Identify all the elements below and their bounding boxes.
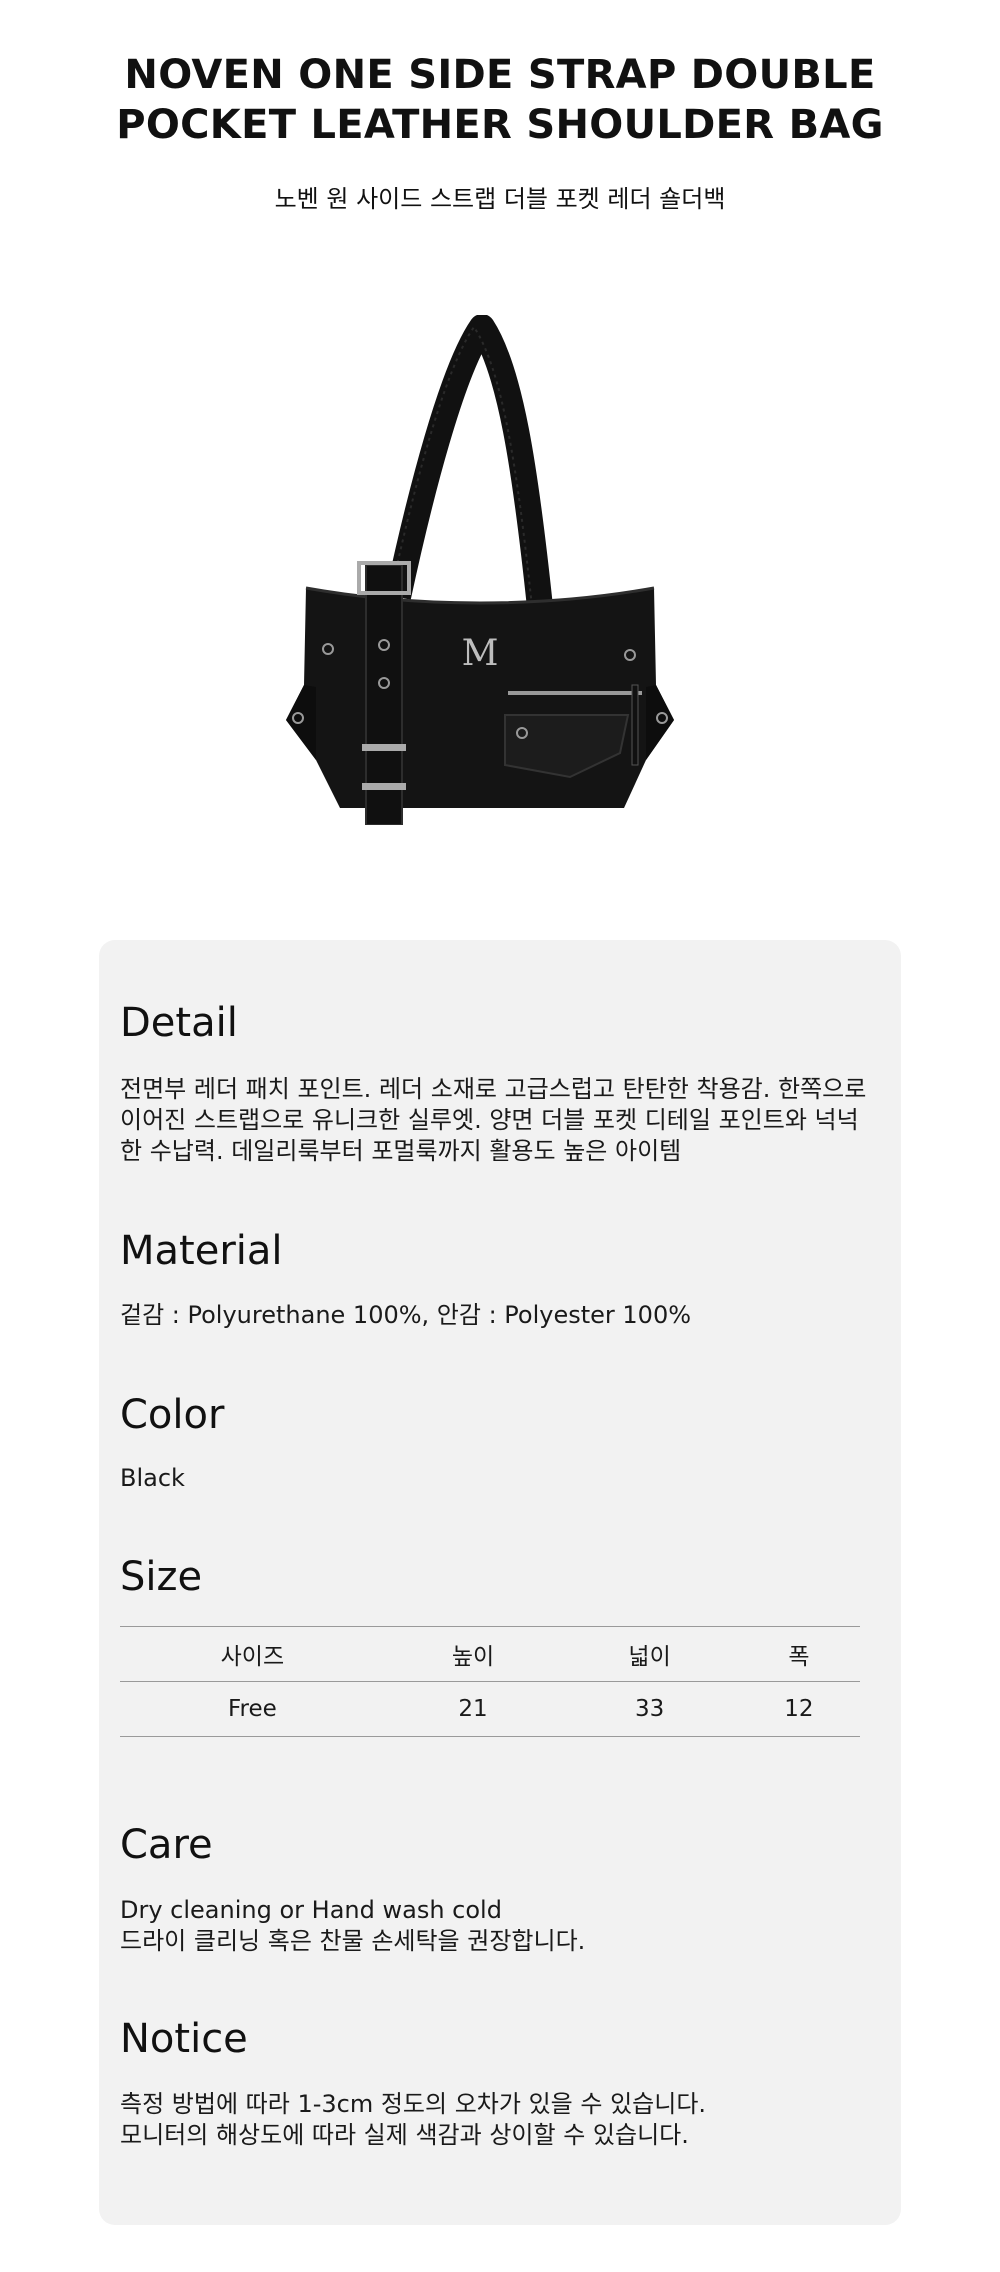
- notice-text: 측정 방법에 따라 1-3cm 정도의 오차가 있을 수 있습니다. 모니터의 …: [120, 2089, 880, 2151]
- color-text: Black: [120, 1464, 185, 1492]
- material-text: 겉감 : Polyurethane 100%, 안감 : Polyester 1…: [120, 1301, 692, 1329]
- size-cell: 33: [634, 1696, 665, 1722]
- size-header-cell: 폭: [788, 1644, 810, 1670]
- bag-logo: M: [462, 633, 499, 674]
- size-table-header-row: 사이즈 높이 넓이 폭: [120, 1626, 860, 1682]
- size-header-cell: 높이: [451, 1644, 495, 1670]
- size-heading: Size: [120, 1554, 203, 1600]
- product-title: NOVEN ONE SIDE STRAP DOUBLE POCKET LEATH…: [0, 50, 1000, 150]
- size-cell: Free: [227, 1696, 277, 1722]
- product-title-line-1: NOVEN ONE SIDE STRAP DOUBLE: [124, 52, 876, 98]
- size-table: 사이즈 높이 넓이 폭 Free 21 33 12: [120, 1626, 860, 1737]
- size-header-cell: 넓이: [628, 1644, 671, 1670]
- product-subtitle-korean: 노벤 원 사이드 스트랩 더블 포켓 레더 숄더백: [274, 185, 726, 213]
- care-text: Dry cleaning or Hand wash cold 드라이 클리닝 혹…: [120, 1895, 880, 1957]
- detail-line: 이어진 스트랩으로 유니크한 실루엣. 양면 더블 포켓 디테일 포인트와 넉넉: [120, 1106, 859, 1134]
- notice-line: 모니터의 해상도에 따라 실제 색감과 상이할 수 있습니다.: [120, 2121, 689, 2149]
- detail-description: 전면부 레더 패치 포인트. 레더 소재로 고급스럽고 탄탄한 착용감. 한쪽으…: [120, 1074, 880, 1167]
- size-cell: 12: [784, 1696, 814, 1722]
- care-line: 드라이 클리닝 혹은 찬물 손세탁을 권장합니다.: [120, 1927, 586, 1955]
- table-row: Free 21 33 12: [120, 1682, 860, 1737]
- product-title-line-2: POCKET LEATHER SHOULDER BAG: [116, 102, 884, 148]
- care-heading: Care: [120, 1822, 213, 1868]
- detail-line: 전면부 레더 패치 포인트. 레더 소재로 고급스럽고 탄탄한 착용감. 한쪽으…: [120, 1075, 867, 1103]
- notice-line: 측정 방법에 따라 1-3cm 정도의 오차가 있을 수 있습니다.: [120, 2090, 707, 2118]
- notice-heading: Notice: [120, 2016, 248, 2062]
- size-cell: 21: [458, 1696, 488, 1722]
- detail-line: 한 수납력. 데일리룩부터 포멀룩까지 활용도 높은 아이템: [120, 1137, 682, 1165]
- color-heading: Color: [120, 1392, 225, 1438]
- size-header-cell: 사이즈: [220, 1644, 285, 1670]
- product-image-black-shoulder-bag: M: [286, 315, 674, 825]
- care-line: Dry cleaning or Hand wash cold: [120, 1896, 502, 1924]
- product-info-card: Detail 전면부 레더 패치 포인트. 레더 소재로 고급스럽고 탄탄한 착…: [99, 940, 901, 2225]
- material-heading: Material: [120, 1228, 283, 1274]
- detail-heading: Detail: [120, 1000, 238, 1046]
